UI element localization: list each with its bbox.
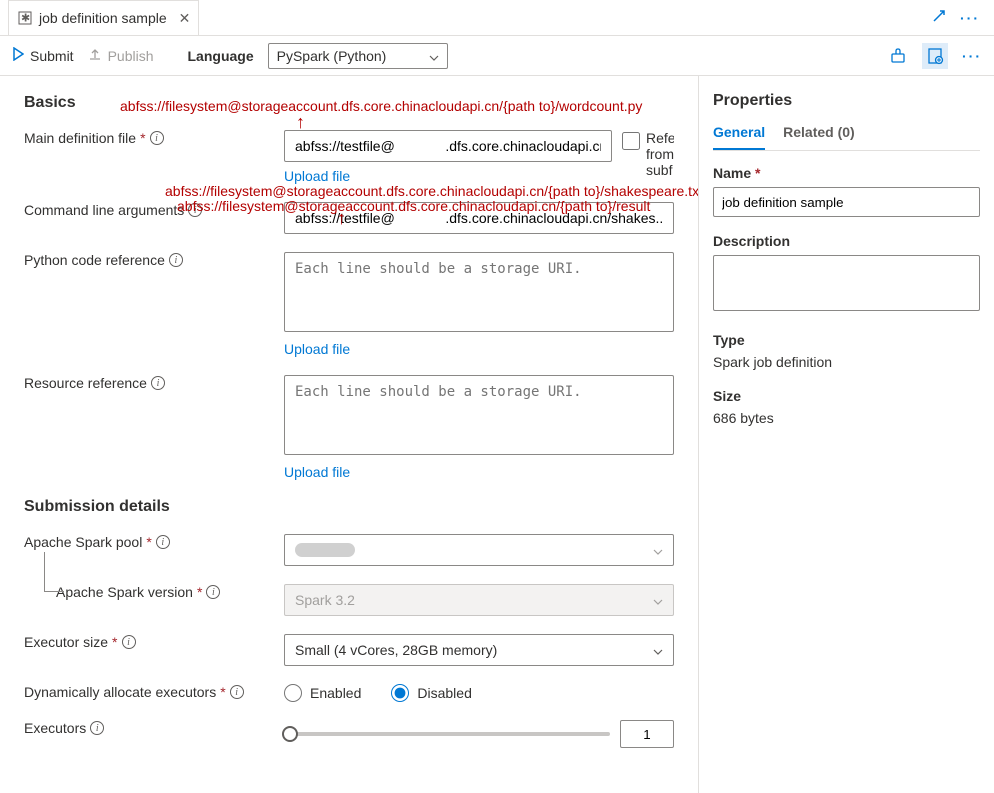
py-ref-textarea[interactable] [284, 252, 674, 332]
upload-file-link[interactable]: Upload file [284, 168, 350, 184]
executors-label: Executors i [24, 720, 282, 736]
name-label: Name * [713, 165, 980, 181]
info-icon[interactable]: i [169, 253, 183, 267]
spark-version-select: Spark 3.2 [284, 584, 674, 616]
document-tab[interactable]: ✱ job definition sample ✕ [8, 0, 199, 35]
executors-input[interactable] [620, 720, 674, 748]
chevron-down-icon [653, 592, 663, 608]
name-input[interactable] [713, 187, 980, 217]
language-label: Language [188, 48, 254, 64]
info-icon[interactable]: i [150, 131, 164, 145]
spark-pool-label: Apache Spark pool * i [24, 534, 284, 550]
executors-slider[interactable] [282, 732, 610, 736]
executor-size-label: Executor size * i [24, 634, 284, 650]
upload-file-link[interactable]: Upload file [284, 341, 350, 357]
redacted-value [295, 543, 355, 557]
spark-pool-select[interactable] [284, 534, 674, 566]
storage-icon[interactable] [888, 46, 908, 66]
info-icon[interactable]: i [90, 721, 104, 735]
annotation-result: abfss://filesystem@storageaccount.dfs.co… [177, 198, 650, 214]
submit-button[interactable]: Submit [12, 47, 74, 64]
chevron-down-icon [653, 642, 663, 658]
size-value: 686 bytes [713, 410, 980, 426]
type-label: Type [713, 332, 980, 348]
reference-subfolder-label: Refefromsubf [646, 130, 674, 178]
description-label: Description [713, 233, 980, 249]
chevron-down-icon [653, 542, 663, 558]
executor-size-select[interactable]: Small (4 vCores, 28GB memory) [284, 634, 674, 666]
main-def-label: Main definition file * i [24, 130, 284, 146]
annotation-main-def: abfss://filesystem@storageaccount.dfs.co… [120, 98, 642, 114]
publish-icon [88, 47, 102, 64]
tab-related[interactable]: Related (0) [783, 124, 855, 150]
properties-heading: Properties [713, 92, 980, 110]
disabled-radio[interactable]: Disabled [391, 684, 471, 702]
publish-button[interactable]: Publish [88, 47, 154, 64]
tab-title: job definition sample [39, 10, 167, 26]
expand-icon[interactable] [932, 9, 946, 26]
chevron-down-icon [429, 48, 439, 64]
close-icon[interactable]: ✕ [179, 10, 191, 27]
description-textarea[interactable] [713, 255, 980, 311]
upload-file-link[interactable]: Upload file [284, 464, 350, 480]
tab-general[interactable]: General [713, 124, 765, 150]
reference-subfolder-checkbox[interactable] [622, 132, 640, 150]
more-icon[interactable]: ··· [960, 10, 980, 26]
info-icon[interactable]: i [151, 376, 165, 390]
info-icon[interactable]: i [206, 585, 220, 599]
arrow-icon: ↑ [337, 208, 346, 229]
submission-heading: Submission details [24, 498, 674, 516]
type-value: Spark job definition [713, 354, 980, 370]
job-def-icon: ✱ [17, 10, 33, 26]
res-ref-textarea[interactable] [284, 375, 674, 455]
more-icon[interactable]: ··· [962, 48, 982, 64]
svg-text:✱: ✱ [21, 13, 30, 25]
slider-thumb[interactable] [282, 726, 298, 742]
play-icon [12, 47, 24, 64]
annotation-shakespeare: abfss://filesystem@storageaccount.dfs.co… [165, 183, 698, 199]
properties-icon[interactable] [922, 43, 948, 69]
main-def-input[interactable] [284, 130, 612, 162]
res-ref-label: Resource reference i [24, 375, 284, 391]
size-label: Size [713, 388, 980, 404]
info-icon[interactable]: i [122, 635, 136, 649]
py-ref-label: Python code reference i [24, 252, 284, 268]
arrow-icon: ↑ [296, 112, 305, 133]
dyn-alloc-label: Dynamically allocate executors * i [24, 684, 284, 700]
info-icon[interactable]: i [156, 535, 170, 549]
language-select[interactable]: PySpark (Python) [268, 43, 448, 69]
info-icon[interactable]: i [230, 685, 244, 699]
enabled-radio[interactable]: Enabled [284, 684, 361, 702]
